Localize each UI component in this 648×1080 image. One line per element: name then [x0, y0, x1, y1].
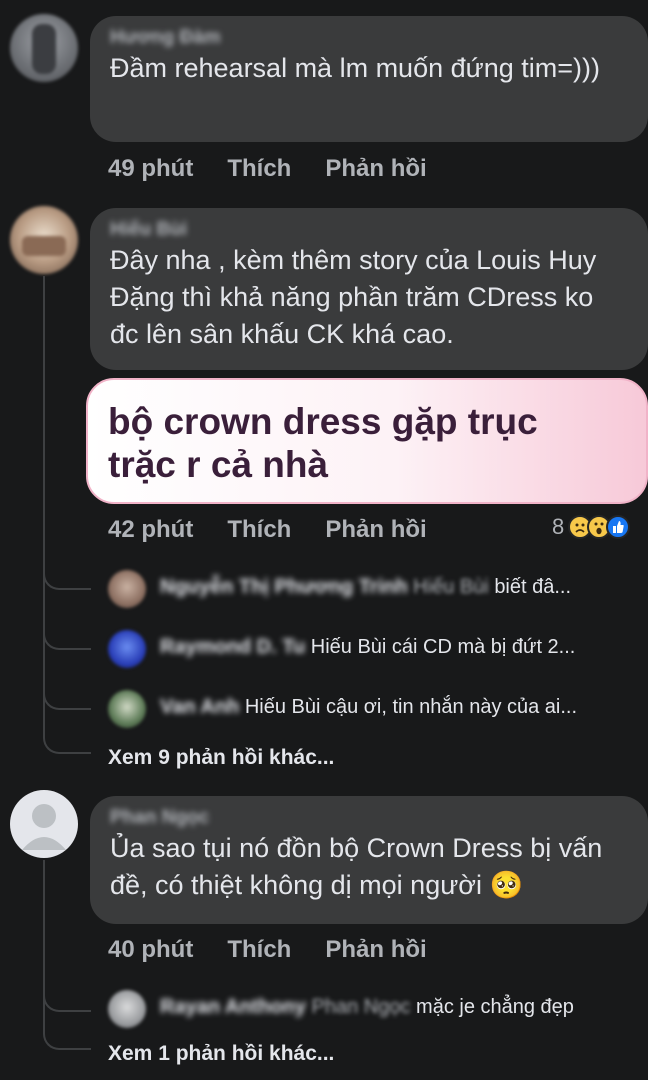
reply-item[interactable]: Van Anh Hiếu Bùi cậu ơi, tin nhắn này củ…: [160, 696, 577, 719]
reply-button[interactable]: Phản hồi: [325, 516, 426, 544]
like-icon: [606, 515, 631, 539]
avatar[interactable]: [10, 206, 78, 274]
comment-text: Đây nha , kèm thêm story của Louis Huy Đ…: [110, 245, 597, 349]
reaction-count: 8: [552, 514, 565, 539]
thread-branch: [43, 620, 91, 650]
reply-item[interactable]: Rayan Anthony Phan Ngọc mặc je chẳng đẹp: [160, 996, 574, 1019]
like-button[interactable]: Thích: [227, 516, 291, 544]
attached-image[interactable]: bộ crown dress gặp trục trặc r cả nhà: [86, 378, 648, 504]
avatar[interactable]: [108, 630, 146, 668]
view-more-replies-link[interactable]: Xem 9 phản hồi khác...: [108, 746, 334, 770]
comment-author[interactable]: Phan Ngọc: [110, 806, 628, 830]
comment-time[interactable]: 49 phút: [108, 155, 193, 183]
reply-author[interactable]: Raymond D. Tu: [160, 636, 305, 658]
image-caption: bộ crown dress gặp trục trặc r cả nhà: [108, 401, 538, 485]
thread-branch: [43, 560, 91, 590]
comment-author[interactable]: Hương Đàm: [110, 26, 628, 50]
reply-button[interactable]: Phản hồi: [325, 936, 426, 964]
reply-text: Hiếu Bùi cái CD mà bị đứt 2...: [310, 636, 576, 658]
reaction-summary[interactable]: 8: [552, 514, 631, 540]
view-more-replies-link[interactable]: Xem 1 phản hồi khác...: [108, 1042, 334, 1066]
thread-branch: [43, 982, 91, 1012]
avatar[interactable]: [108, 570, 146, 608]
comment-bubble: Phan Ngọc Ủa sao tụi nó đồn bộ Crown Dre…: [90, 796, 648, 924]
reply-mention[interactable]: Phan Ngọc: [312, 996, 411, 1018]
reply-mention[interactable]: Hiếu Bùi: [413, 576, 489, 598]
reply-button[interactable]: Phản hồi: [325, 155, 426, 183]
comment-actions: 40 phút Thích Phản hồi: [108, 936, 461, 964]
comment-text: Đầm rehearsal mà lm muốn đứng tim=))): [110, 53, 600, 83]
reply-author[interactable]: Nguyễn Thị Phương Trinh: [160, 576, 408, 598]
thread-branch: [43, 1020, 91, 1050]
comment-time[interactable]: 40 phút: [108, 936, 193, 964]
comment-bubble: Hương Đàm Đầm rehearsal mà lm muốn đứng …: [90, 16, 648, 142]
avatar[interactable]: [10, 14, 78, 82]
comment-author[interactable]: Hiếu Bùi: [110, 218, 628, 242]
thread-branch: [43, 680, 91, 710]
like-button[interactable]: Thích: [227, 936, 291, 964]
reply-author[interactable]: Van Anh: [160, 696, 239, 718]
comment-actions: 49 phút Thích Phản hồi: [108, 155, 461, 183]
default-avatar-icon: [22, 804, 66, 850]
like-button[interactable]: Thích: [227, 155, 291, 183]
thread-branch: [43, 724, 91, 754]
reply-text: mặc je chẳng đẹp: [416, 996, 574, 1018]
reply-item[interactable]: Nguyễn Thị Phương Trinh Hiếu Bùi biết đâ…: [160, 576, 571, 599]
comment-text: Ủa sao tụi nó đồn bộ Crown Dress bị vấn …: [110, 833, 603, 900]
avatar[interactable]: [10, 790, 78, 858]
thread-line: [43, 276, 45, 724]
reply-text: Hiếu Bùi cậu ơi, tin nhắn này của ai...: [244, 696, 578, 718]
reply-item[interactable]: Raymond D. Tu Hiếu Bùi cái CD mà bị đứt …: [160, 636, 575, 659]
reply-author[interactable]: Rayan Anthony: [160, 996, 306, 1018]
comment-time[interactable]: 42 phút: [108, 516, 193, 544]
reply-text: biết đâ...: [494, 576, 572, 598]
avatar[interactable]: [108, 990, 146, 1028]
comment-bubble: Hiếu Bùi Đây nha , kèm thêm story của Lo…: [90, 208, 648, 370]
avatar[interactable]: [108, 690, 146, 728]
comment-actions: 42 phút Thích Phản hồi: [108, 516, 461, 544]
